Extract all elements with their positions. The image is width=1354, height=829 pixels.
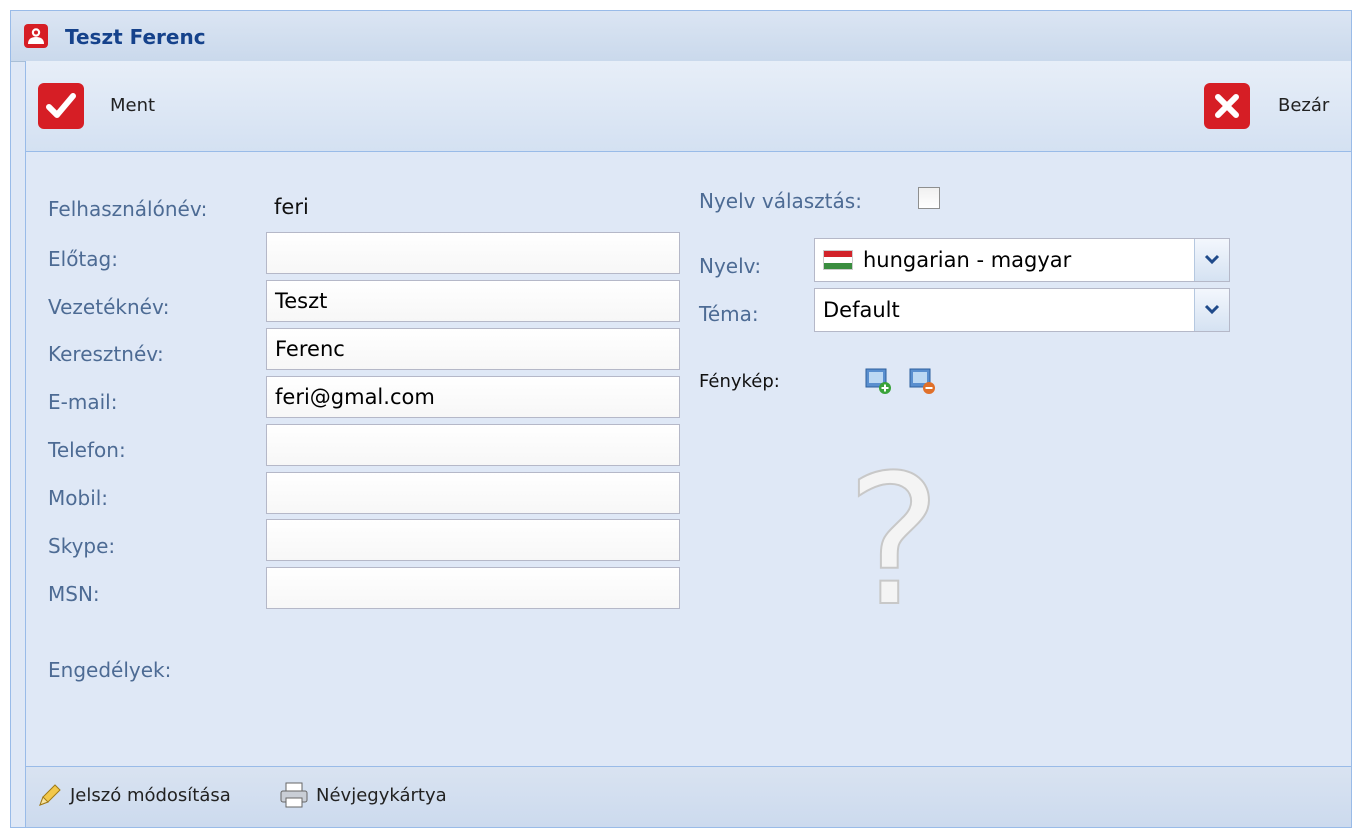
mobile-label: Mobil: (48, 486, 109, 510)
theme-combo[interactable]: Default (814, 288, 1230, 332)
theme-dropdown-trigger[interactable] (1194, 289, 1229, 331)
question-mark-icon: ? (845, 437, 943, 646)
change-password-link[interactable]: Jelszó módosítása (70, 785, 231, 806)
skype-field[interactable] (266, 519, 680, 561)
save-button[interactable]: Ment (38, 83, 168, 133)
remove-photo-button[interactable] (908, 367, 935, 394)
language-combo[interactable]: hungarian - magyar (814, 238, 1230, 282)
business-card-link[interactable]: Névjegykártya (316, 785, 447, 806)
chevron-down-icon (1204, 254, 1220, 265)
username-value: feri (274, 195, 309, 219)
theme-value: Default (823, 298, 900, 322)
printer-icon (279, 781, 308, 809)
language-select-checkbox[interactable] (918, 187, 940, 209)
msn-field[interactable] (266, 567, 680, 609)
window-body: Ment Bezár Felhasználónév: feri Előtag: … (25, 61, 1351, 827)
close-button[interactable]: Bezár (1204, 83, 1344, 133)
prefix-label: Előtag: (48, 247, 118, 271)
save-label: Ment (110, 95, 156, 116)
remove-image-icon (909, 368, 935, 394)
window-title: Teszt Ferenc (65, 25, 206, 49)
footer-toolbar: Jelszó módosítása Névjegykártya (26, 766, 1351, 827)
permissions-label: Engedélyek: (48, 658, 172, 682)
mobile-field[interactable] (266, 472, 680, 514)
email-label: E-mail: (48, 390, 118, 414)
user-edit-window: Teszt Ferenc Ment Bezár Felhasználónév: … (10, 10, 1352, 828)
add-photo-button[interactable] (864, 367, 891, 394)
window-titlebar: Teszt Ferenc (11, 11, 1351, 62)
pencil-icon (36, 781, 64, 809)
checkmark-icon (38, 83, 84, 129)
language-dropdown-trigger[interactable] (1194, 239, 1229, 281)
hungary-flag-icon (823, 250, 853, 270)
language-label: Nyelv: (699, 254, 762, 278)
email-field[interactable]: feri@gmal.com (266, 376, 680, 418)
phone-label: Telefon: (48, 438, 126, 462)
skype-label: Skype: (48, 534, 116, 558)
close-label: Bezár (1278, 95, 1330, 116)
chevron-down-icon (1204, 304, 1220, 315)
firstname-label: Keresztnév: (48, 342, 164, 366)
firstname-field[interactable]: Ferenc (266, 328, 680, 370)
close-icon (1204, 83, 1250, 129)
prefix-field[interactable] (266, 232, 680, 274)
username-label: Felhasználónév: (48, 197, 208, 221)
phone-field[interactable] (266, 424, 680, 466)
user-icon (24, 24, 48, 48)
msn-label: MSN: (48, 582, 100, 606)
language-value: hungarian - magyar (863, 248, 1072, 272)
lastname-label: Vezetéknév: (48, 295, 170, 319)
theme-label: Téma: (699, 302, 759, 326)
toolbar: Ment Bezár (26, 61, 1351, 152)
photo-label: Fénykép: (699, 371, 780, 392)
language-select-label: Nyelv választás: (699, 189, 862, 213)
user-form: Felhasználónév: feri Előtag: Vezetéknév:… (26, 152, 1351, 766)
lastname-field[interactable]: Teszt (266, 280, 680, 322)
add-image-icon (865, 368, 891, 394)
